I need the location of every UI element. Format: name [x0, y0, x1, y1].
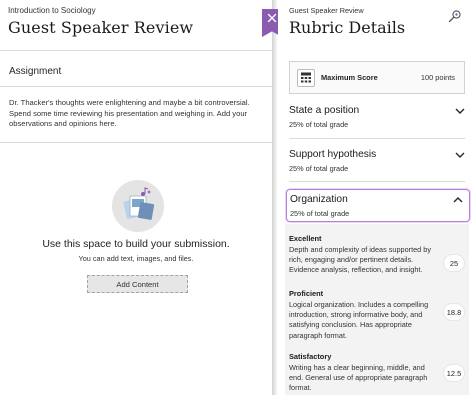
criterion-levels: Excellent Depth and complexity of ideas …: [285, 224, 469, 395]
level-name: Satisfactory: [289, 352, 332, 361]
level-excellent: Excellent Depth and complexity of ideas …: [289, 234, 467, 276]
assignment-instructions: Dr. Thacker's thoughts were enlightening…: [9, 98, 250, 128]
level-name: Excellent: [289, 234, 322, 243]
rubric-search-icon[interactable]: [448, 9, 462, 23]
level-proficient: Proficient Logical organization. Include…: [289, 289, 467, 341]
course-name[interactable]: Introduction to Sociology: [8, 6, 96, 15]
level-score: 25: [443, 254, 465, 272]
level-satisfactory: Satisfactory Writing has a clear beginni…: [289, 352, 467, 394]
criterion-organization[interactable]: Organization 25% of total grade: [286, 189, 470, 222]
empty-state-subtitle: You can add text, images, and files.: [78, 254, 194, 263]
divider: [0, 86, 272, 87]
max-score-label: Maximum Score: [321, 73, 378, 82]
criterion-state-a-position[interactable]: State a position 25% of total grade: [289, 105, 465, 135]
divider: [289, 138, 465, 139]
criterion-support-hypothesis[interactable]: Support hypothesis 25% of total grade: [289, 149, 465, 179]
criterion-name: Organization: [290, 194, 348, 205]
page-title: Guest Speaker Review: [8, 18, 194, 37]
level-description: Depth and complexity of ideas supported …: [289, 245, 431, 275]
calculator-icon: [297, 69, 315, 87]
empty-state-title: Use this space to build your submission.: [42, 238, 230, 250]
level-description: Logical organization. Includes a compell…: [289, 300, 429, 340]
files-illustration-icon: [112, 180, 164, 232]
level-score: 18.8: [443, 303, 465, 321]
divider: [289, 181, 465, 182]
level-score: 12.5: [443, 364, 465, 382]
submission-pane: Introduction to Sociology Guest Speaker …: [0, 0, 272, 395]
criterion-weight: 25% of total grade: [289, 164, 349, 173]
divider: [0, 50, 272, 51]
rubric-panel: Guest Speaker Review Rubric Details Maxi…: [278, 0, 474, 395]
chevron-up-icon: [453, 197, 463, 203]
section-label-assignment: Assignment: [9, 66, 62, 77]
level-name: Proficient: [289, 289, 324, 298]
divider: [0, 142, 272, 143]
rubric-breadcrumb: Guest Speaker Review: [289, 6, 364, 15]
max-score-box: Maximum Score 100 points: [289, 61, 465, 94]
criterion-weight: 25% of total grade: [289, 120, 349, 129]
chevron-down-icon: [455, 152, 465, 158]
criterion-name: Support hypothesis: [289, 149, 377, 160]
rubric-title: Rubric Details: [289, 18, 406, 37]
close-icon: [267, 13, 277, 23]
chevron-down-icon: [455, 108, 465, 114]
level-description: Writing has a clear beginning, middle, a…: [289, 363, 428, 393]
criterion-weight: 25% of total grade: [290, 209, 350, 218]
max-score-value: 100 points: [420, 73, 455, 82]
add-content-button[interactable]: Add Content: [87, 275, 188, 293]
criterion-name: State a position: [289, 105, 360, 116]
